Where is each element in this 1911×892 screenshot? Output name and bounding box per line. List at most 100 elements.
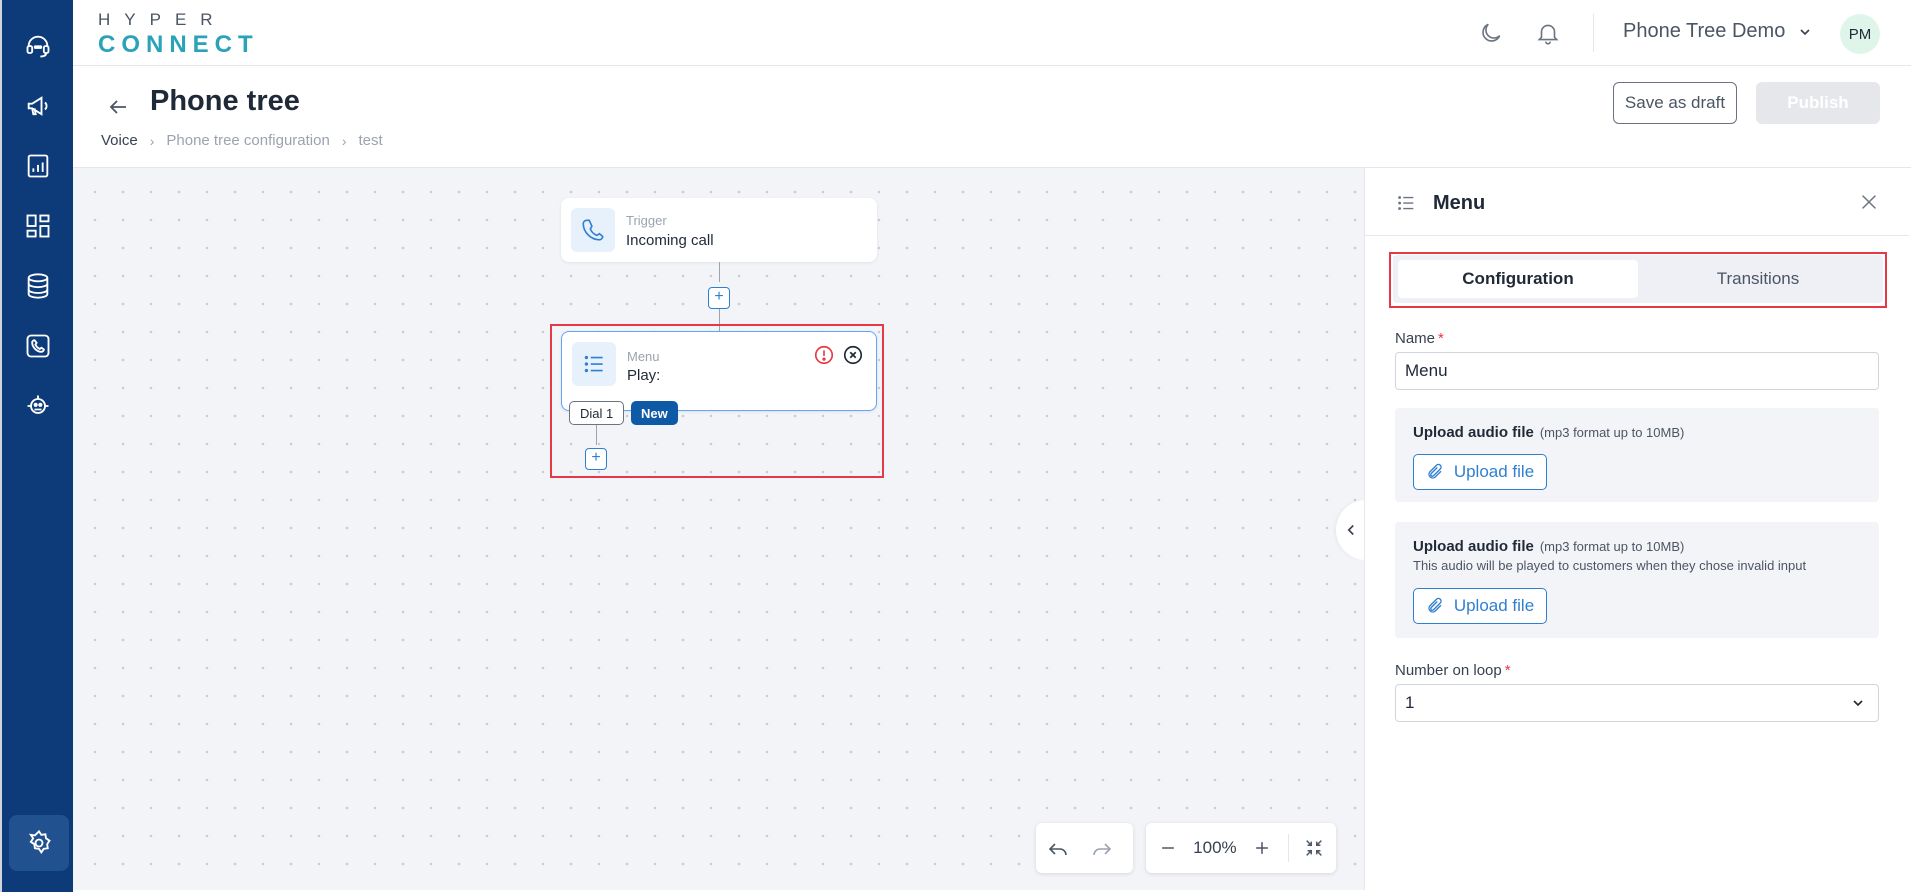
upload-title: Upload audio file (mp3 format up to 10MB) xyxy=(1413,424,1684,441)
required-marker: * xyxy=(1504,662,1511,679)
menu-node-value: Play: xyxy=(627,367,661,384)
workspace-name: Phone Tree Demo xyxy=(1623,20,1786,42)
minus-icon xyxy=(1161,847,1174,849)
history-toolbar xyxy=(1036,823,1133,873)
add-branch-button[interactable]: + xyxy=(585,448,607,470)
gear-icon xyxy=(28,829,51,855)
sidebar-item-support[interactable] xyxy=(16,24,60,68)
upload-file-button[interactable]: Upload file xyxy=(1413,454,1547,490)
database-icon xyxy=(27,273,49,299)
menu-node[interactable]: Menu Play: xyxy=(561,331,877,411)
upload-title-text: Upload audio file xyxy=(1413,424,1534,441)
properties-panel: Menu Configuration Transitions Name* Upl… xyxy=(1364,168,1909,890)
moon-icon xyxy=(1482,23,1501,42)
chevron-down-icon xyxy=(1800,28,1810,35)
sidebar-item-voice[interactable] xyxy=(16,324,60,368)
user-avatar[interactable]: PM xyxy=(1840,14,1880,54)
upload-button-label: Upload file xyxy=(1453,596,1535,615)
dashboard-icon xyxy=(26,214,50,238)
plus-icon xyxy=(1256,842,1269,854)
redo-button[interactable] xyxy=(1080,826,1124,870)
upload-audio-card: Upload audio file (mp3 format up to 10MB)… xyxy=(1395,408,1879,502)
save-draft-button[interactable]: Save as draft xyxy=(1613,82,1737,124)
list-icon xyxy=(1395,192,1417,219)
trigger-node-value: Incoming call xyxy=(626,232,714,249)
close-panel-button[interactable] xyxy=(1855,188,1883,216)
name-field-label: Name * xyxy=(1395,330,1444,347)
chevron-down-icon xyxy=(1853,700,1863,707)
flow-canvas[interactable]: Trigger Incoming call + Menu Play: Dial … xyxy=(73,168,1364,890)
loop-select-value: 1 xyxy=(1405,693,1415,712)
left-sidebar xyxy=(0,0,73,892)
tab-transitions[interactable]: Transitions xyxy=(1638,260,1878,298)
upload-button-label: Upload file xyxy=(1453,462,1535,481)
zoom-in-button[interactable] xyxy=(1241,826,1284,870)
fit-view-button[interactable] xyxy=(1293,826,1336,870)
breadcrumb-voice[interactable]: Voice xyxy=(101,132,138,149)
logo-text-top: HYPER xyxy=(98,10,227,29)
undo-button[interactable] xyxy=(1036,826,1080,870)
trigger-node[interactable]: Trigger Incoming call xyxy=(561,198,877,262)
sidebar-item-bots[interactable] xyxy=(16,384,60,428)
collapse-arrows-icon xyxy=(1306,840,1323,856)
upload-file-button[interactable]: Upload file xyxy=(1413,588,1547,624)
breadcrumb-current: test xyxy=(358,132,383,149)
phone-icon xyxy=(582,219,604,241)
breadcrumb-phone-tree-config[interactable]: Phone tree configuration xyxy=(166,132,329,149)
upload-hint: (mp3 format up to 10MB) xyxy=(1539,425,1685,440)
dial-option-chip[interactable]: Dial 1 xyxy=(569,401,625,425)
bell-icon xyxy=(1537,24,1559,45)
panel-header: Menu xyxy=(1365,168,1909,236)
page-header: Phone tree Voice › Phone tree configurat… xyxy=(73,66,1911,168)
required-marker: * xyxy=(1438,330,1444,347)
chevron-right-icon: › xyxy=(341,132,347,149)
add-step-button[interactable]: + xyxy=(708,287,730,309)
sidebar-item-reports[interactable] xyxy=(16,144,60,188)
delete-node-icon[interactable] xyxy=(842,344,864,371)
sidebar-item-settings[interactable] xyxy=(9,815,69,871)
loop-select[interactable]: 1 xyxy=(1395,684,1879,722)
workspace-selector[interactable]: Phone Tree Demo xyxy=(1623,20,1813,43)
upload-title: Upload audio file (mp3 format up to 10MB) xyxy=(1413,538,1684,555)
upload-invalid-audio-card: Upload audio file (mp3 format up to 10MB)… xyxy=(1395,522,1879,638)
phone-box-icon xyxy=(26,334,50,358)
connector-line xyxy=(596,425,597,445)
name-input[interactable] xyxy=(1395,352,1879,390)
paperclip-icon xyxy=(1428,597,1442,613)
name-label-text: Name xyxy=(1395,330,1436,347)
new-option-chip[interactable]: New xyxy=(631,401,678,425)
undo-icon xyxy=(1048,843,1067,856)
report-icon xyxy=(27,154,49,178)
page-title: Phone tree xyxy=(150,85,300,117)
chevron-right-icon: › xyxy=(149,132,155,149)
upload-title-text: Upload audio file xyxy=(1413,538,1534,555)
top-header: HYPER CONNECT Phone Tree Demo PM xyxy=(73,0,1911,66)
trigger-node-icon xyxy=(571,208,615,252)
sidebar-item-dashboard[interactable] xyxy=(16,204,60,248)
header-divider xyxy=(1593,14,1594,52)
back-button[interactable] xyxy=(103,92,133,122)
dark-mode-toggle[interactable] xyxy=(1476,18,1506,48)
robot-icon xyxy=(27,395,49,414)
menu-node-icon xyxy=(572,342,616,386)
megaphone-icon xyxy=(27,96,48,116)
sidebar-item-campaigns[interactable] xyxy=(16,84,60,128)
warning-icon[interactable] xyxy=(813,344,835,371)
loop-field-label: Number on loop * xyxy=(1395,662,1511,679)
zoom-out-button[interactable] xyxy=(1146,826,1189,870)
notifications-button[interactable] xyxy=(1533,18,1563,48)
chevron-left-icon xyxy=(1347,524,1354,536)
sidebar-item-database[interactable] xyxy=(16,264,60,308)
panel-title: Menu xyxy=(1433,192,1486,214)
logo-text-bottom: CONNECT xyxy=(98,31,259,58)
brand-logo[interactable]: HYPER CONNECT xyxy=(98,10,259,59)
trigger-node-label: Trigger xyxy=(626,213,667,228)
list-icon xyxy=(584,355,603,373)
tab-configuration[interactable]: Configuration xyxy=(1398,260,1638,298)
toolbar-divider xyxy=(1287,834,1289,862)
zoom-level: 100% xyxy=(1193,838,1237,857)
publish-button[interactable]: Publish xyxy=(1756,82,1880,124)
loop-label-text: Number on loop xyxy=(1395,662,1502,679)
paperclip-icon xyxy=(1428,463,1442,479)
upload-description: This audio will be played to customers w… xyxy=(1413,558,1807,573)
